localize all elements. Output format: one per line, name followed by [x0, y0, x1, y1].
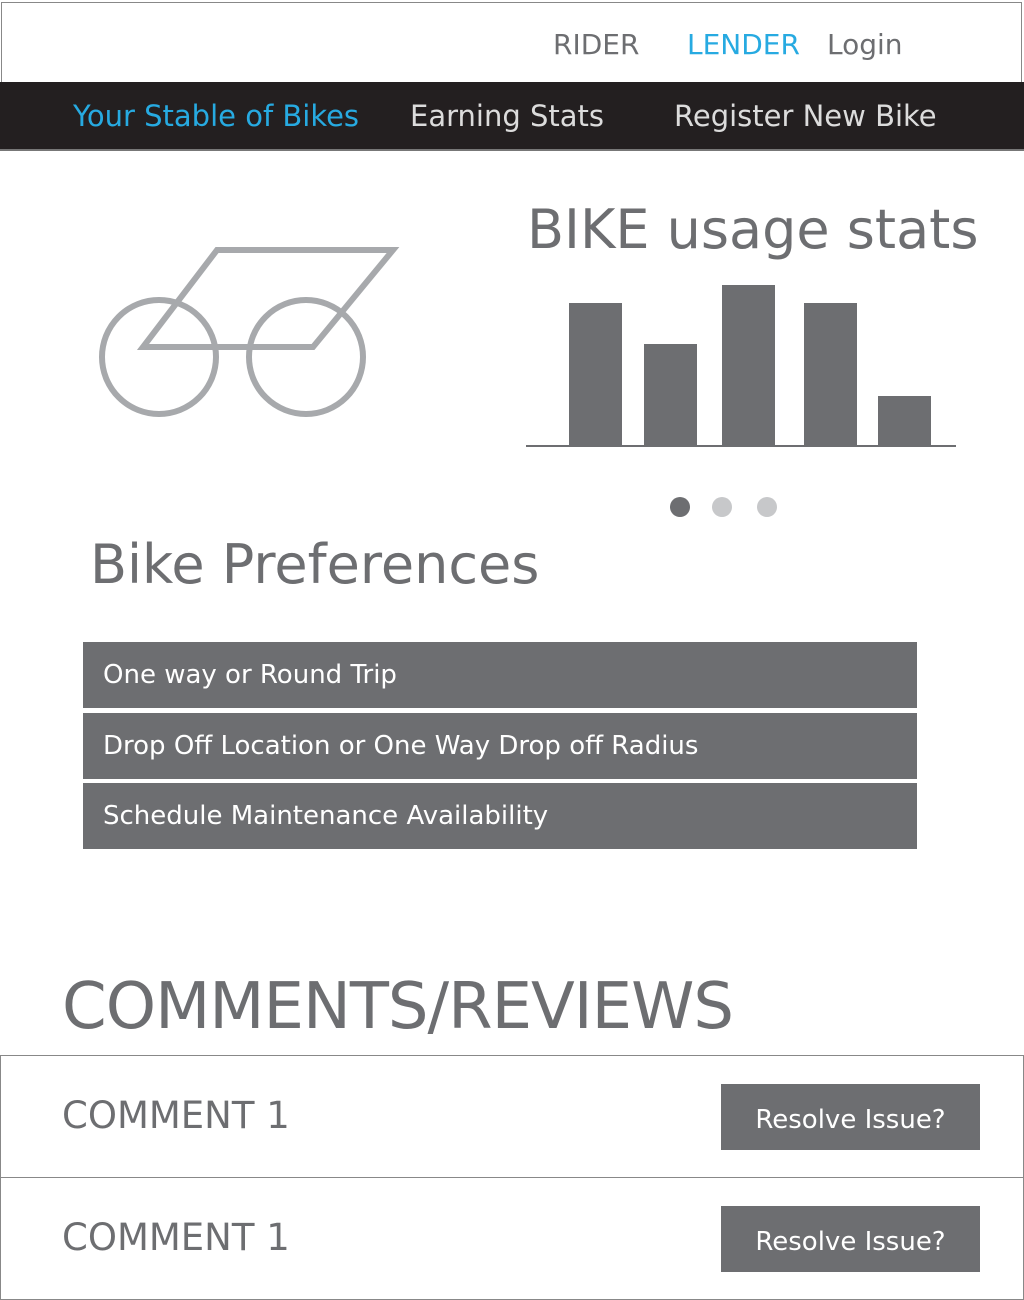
- resolve-issue-button[interactable]: Resolve Issue?: [721, 1084, 980, 1150]
- chart-bar-2: [644, 344, 697, 447]
- usage-chart: [526, 285, 956, 447]
- bike-icon: [99, 247, 400, 417]
- chart-bar-4: [804, 303, 857, 447]
- stats-title: BIKE usage stats: [527, 198, 979, 261]
- carousel-dot-3[interactable]: [757, 497, 777, 517]
- preferences-title: Bike Preferences: [90, 533, 540, 596]
- nav-item-your-stable[interactable]: Your Stable of Bikes: [73, 99, 359, 133]
- chart-bar-1: [569, 303, 622, 447]
- preference-round-trip[interactable]: One way or Round Trip: [83, 642, 917, 708]
- preference-drop-off[interactable]: Drop Off Location or One Way Drop off Ra…: [83, 713, 917, 779]
- nav-item-register-bike[interactable]: Register New Bike: [674, 99, 937, 133]
- carousel-dot-1[interactable]: [670, 497, 690, 517]
- nav-divider: [0, 149, 1024, 151]
- lender-link[interactable]: LENDER: [687, 28, 800, 61]
- rider-link[interactable]: RIDER: [553, 28, 639, 61]
- carousel-dot-2[interactable]: [712, 497, 732, 517]
- comments-title: COMMENTS/REVIEWS: [62, 970, 734, 1044]
- resolve-issue-button[interactable]: Resolve Issue?: [721, 1206, 980, 1272]
- comment-text: COMMENT 1: [62, 1216, 290, 1259]
- login-link[interactable]: Login: [827, 28, 903, 61]
- preference-maintenance[interactable]: Schedule Maintenance Availability: [83, 783, 917, 849]
- nav-item-earning-stats[interactable]: Earning Stats: [410, 99, 604, 133]
- chart-bar-3: [722, 285, 775, 447]
- chart-bar-5: [878, 396, 931, 447]
- comment-text: COMMENT 1: [62, 1094, 290, 1137]
